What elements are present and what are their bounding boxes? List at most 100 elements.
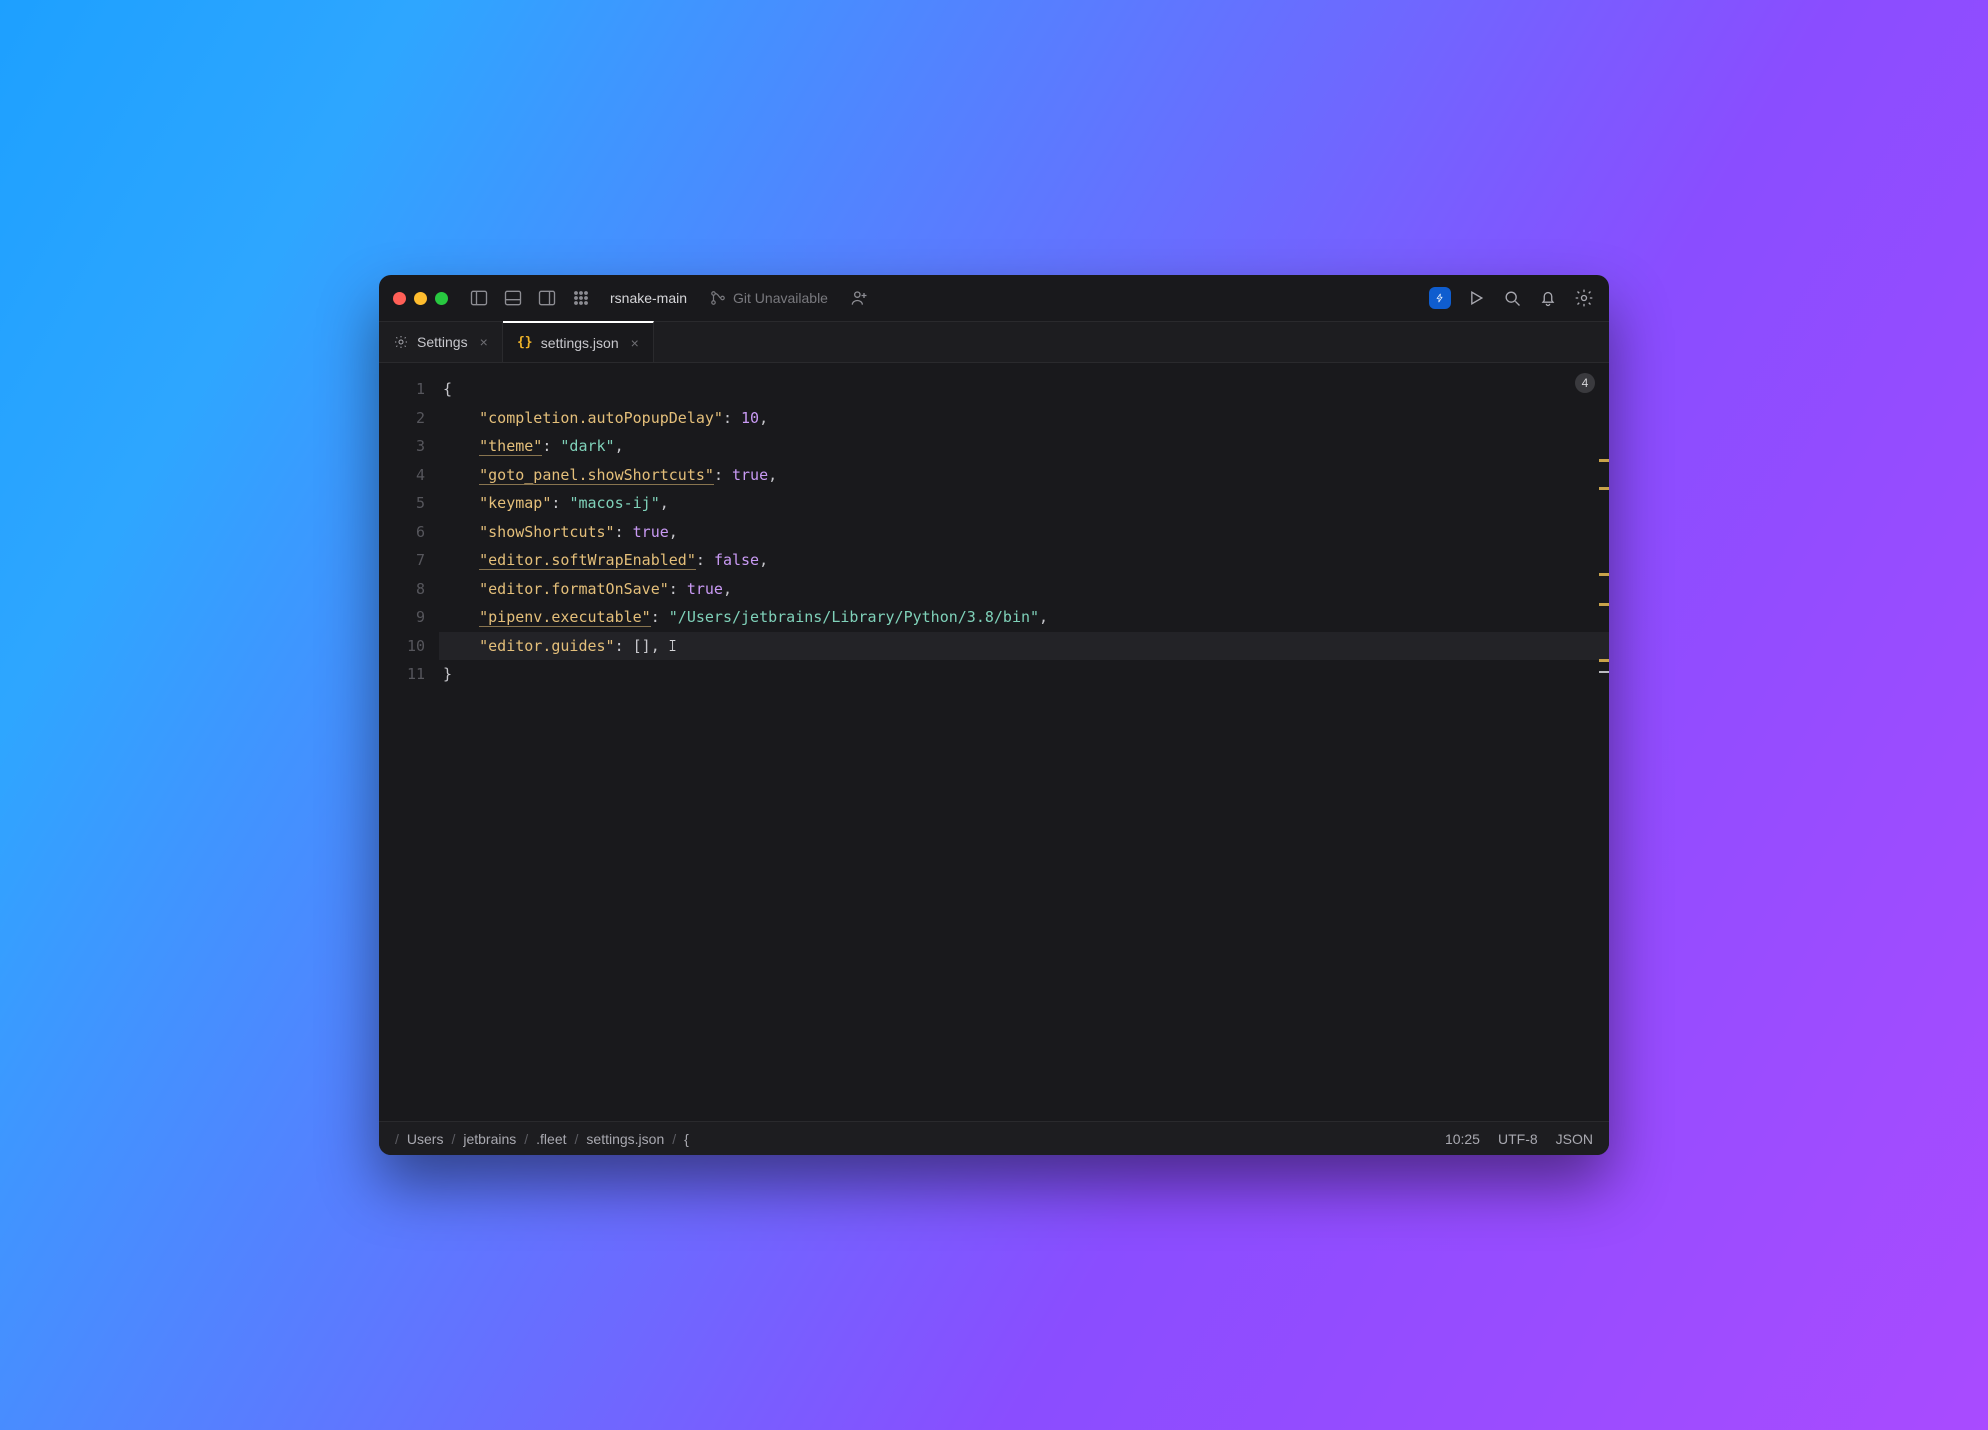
code-line[interactable]: "theme": "dark", — [439, 432, 1609, 461]
code-line[interactable]: } — [439, 660, 1609, 689]
code-line[interactable]: "showShortcuts": true, — [439, 518, 1609, 547]
breadcrumb-separator: / — [395, 1131, 399, 1147]
code-line[interactable]: "editor.guides": [], ꕯ — [439, 632, 1609, 661]
code-line[interactable]: "completion.autoPopupDelay": 10, — [439, 404, 1609, 433]
breadcrumb-separator: / — [575, 1131, 579, 1147]
window-minimize-button[interactable] — [414, 292, 427, 305]
tab-settings[interactable]: Settings × — [379, 322, 503, 362]
breadcrumb-segment[interactable]: .fleet — [536, 1131, 566, 1147]
token-punc — [443, 551, 479, 569]
code-area[interactable]: { "completion.autoPopupDelay": 10, "them… — [439, 363, 1609, 1121]
traffic-lights — [393, 292, 448, 305]
breadcrumb-separator: / — [451, 1131, 455, 1147]
code-line[interactable]: { — [439, 375, 1609, 404]
apps-grid-icon[interactable] — [570, 287, 592, 309]
token-punc: , — [615, 437, 624, 455]
minimap-mark[interactable] — [1599, 603, 1609, 606]
token-punc — [443, 494, 479, 512]
file-language[interactable]: JSON — [1556, 1131, 1593, 1147]
layout-toggle-group — [468, 287, 592, 309]
token-punc: } — [443, 665, 452, 683]
project-name[interactable]: rsnake-main — [610, 290, 687, 306]
token-punc: , — [660, 494, 669, 512]
minimap-mark[interactable] — [1599, 487, 1609, 490]
notifications-icon[interactable] — [1537, 287, 1559, 309]
token-punc: { — [443, 380, 452, 398]
panel-left-icon[interactable] — [468, 287, 490, 309]
tab-label: Settings — [417, 334, 468, 350]
token-bool: true — [732, 466, 768, 484]
window-close-button[interactable] — [393, 292, 406, 305]
panel-right-icon[interactable] — [536, 287, 558, 309]
breadcrumb-segment[interactable]: jetbrains — [463, 1131, 516, 1147]
breadcrumb-segment[interactable]: settings.json — [586, 1131, 664, 1147]
line-gutter: 1234567891011 — [379, 363, 439, 1121]
ai-bolt-icon[interactable] — [1429, 287, 1451, 309]
git-status-label: Git Unavailable — [733, 290, 828, 306]
token-punc — [443, 580, 479, 598]
minimap-mark[interactable] — [1599, 659, 1609, 662]
token-punc: : — [615, 523, 633, 541]
breadcrumb-segment[interactable]: Users — [407, 1131, 444, 1147]
token-punc — [443, 523, 479, 541]
token-key: "editor.softWrapEnabled" — [479, 551, 696, 570]
token-punc: , — [651, 637, 660, 655]
token-key: "showShortcuts" — [479, 523, 614, 541]
git-status[interactable]: Git Unavailable — [709, 289, 828, 307]
status-bar: /Users/jetbrains/.fleet/settings.json/{ … — [379, 1121, 1609, 1155]
token-punc — [443, 637, 479, 655]
problems-badge[interactable]: 4 — [1575, 373, 1595, 393]
token-key: "keymap" — [479, 494, 551, 512]
token-key: "theme" — [479, 437, 542, 456]
token-punc — [443, 409, 479, 427]
tab-label: settings.json — [541, 335, 619, 351]
window-zoom-button[interactable] — [435, 292, 448, 305]
tab-bar: Settings×{}settings.json× — [379, 321, 1609, 363]
token-punc: : — [714, 466, 732, 484]
tab-close-icon[interactable]: × — [480, 334, 488, 350]
code-line[interactable]: "pipenv.executable": "/Users/jetbrains/L… — [439, 603, 1609, 632]
token-punc — [443, 466, 479, 484]
token-punc: , — [759, 551, 768, 569]
token-key: "goto_panel.showShortcuts" — [479, 466, 714, 485]
token-punc: , — [723, 580, 732, 598]
token-key: "editor.guides" — [479, 637, 614, 655]
code-line[interactable]: "goto_panel.showShortcuts": true, — [439, 461, 1609, 490]
add-collaborator-icon[interactable] — [848, 287, 870, 309]
token-str: "dark" — [560, 437, 614, 455]
titlebar-right-group — [1429, 287, 1595, 309]
editor[interactable]: 1234567891011 { "completion.autoPopupDel… — [379, 363, 1609, 1121]
minimap-mark[interactable] — [1599, 459, 1609, 462]
run-icon[interactable] — [1465, 287, 1487, 309]
file-encoding[interactable]: UTF-8 — [1498, 1131, 1538, 1147]
token-punc: : — [669, 580, 687, 598]
gear-icon — [393, 334, 409, 350]
token-key: "completion.autoPopupDelay" — [479, 409, 723, 427]
settings-gear-icon[interactable] — [1573, 287, 1595, 309]
token-bool: true — [633, 523, 669, 541]
code-line[interactable]: "keymap": "macos-ij", — [439, 489, 1609, 518]
breadcrumb-segment[interactable]: { — [684, 1131, 689, 1147]
text-caret-icon: ꕯ — [660, 632, 677, 661]
token-punc: : — [542, 437, 560, 455]
minimap-caret[interactable] — [1599, 671, 1609, 673]
token-bool: false — [714, 551, 759, 569]
app-window: rsnake-main Git Unavailable — [379, 275, 1609, 1155]
token-punc: , — [768, 466, 777, 484]
caret-position[interactable]: 10:25 — [1445, 1131, 1480, 1147]
token-bool: true — [687, 580, 723, 598]
breadcrumb-separator: / — [524, 1131, 528, 1147]
breadcrumbs[interactable]: /Users/jetbrains/.fleet/settings.json/{ — [395, 1131, 689, 1147]
tab-settings-json[interactable]: {}settings.json× — [503, 321, 654, 362]
search-icon[interactable] — [1501, 287, 1523, 309]
token-str: "/Users/jetbrains/Library/Python/3.8/bin… — [669, 608, 1039, 626]
token-punc — [443, 437, 479, 455]
minimap-mark[interactable] — [1599, 573, 1609, 576]
code-line[interactable]: "editor.formatOnSave": true, — [439, 575, 1609, 604]
token-key: "pipenv.executable" — [479, 608, 651, 627]
token-str: "macos-ij" — [569, 494, 659, 512]
panel-bottom-icon[interactable] — [502, 287, 524, 309]
code-line[interactable]: "editor.softWrapEnabled": false, — [439, 546, 1609, 575]
token-punc: : — [696, 551, 714, 569]
tab-close-icon[interactable]: × — [631, 335, 639, 351]
